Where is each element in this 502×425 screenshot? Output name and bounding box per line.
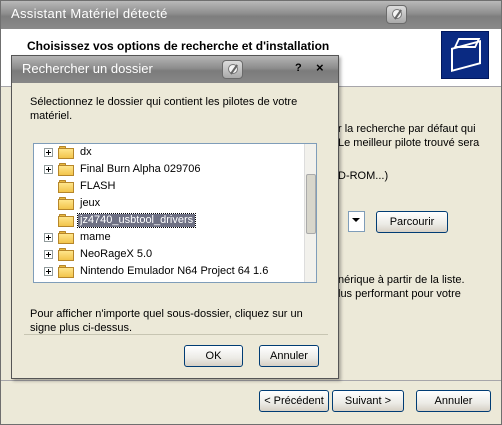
- wizard-option-text-4: nérique à partir de la liste.: [338, 274, 465, 286]
- close-button[interactable]: ×: [316, 60, 324, 75]
- folder-icon: [58, 180, 74, 193]
- disabled-icon: [228, 64, 238, 74]
- folder-item[interactable]: FLASH: [34, 178, 304, 195]
- folder-item[interactable]: dx: [34, 144, 304, 161]
- wizard-option-text-3: D-ROM...): [338, 170, 389, 182]
- folder-icon: [58, 163, 74, 176]
- hardware-icon: [441, 31, 489, 79]
- footer-separator: [1, 380, 501, 381]
- folder-label: jeux: [80, 197, 101, 209]
- folder-label: Nintendo Emulador N64 Project 64 1.6: [80, 265, 269, 277]
- folder-tree[interactable]: dx Final Burn Alpha 029706 FLASH jeux jz…: [33, 143, 317, 283]
- folder-icon: [58, 265, 74, 278]
- tree-scrollbar[interactable]: [304, 144, 316, 282]
- location-dropdown-button[interactable]: [348, 211, 365, 232]
- folder-item[interactable]: Final Burn Alpha 029706: [34, 161, 304, 178]
- wizard-option-text-2: Le meilleur pilote trouvé sera: [338, 137, 480, 149]
- folder-label: Final Burn Alpha 029706: [80, 163, 201, 175]
- wizard-cancel-button[interactable]: Annuler: [416, 390, 491, 412]
- folder-item[interactable]: Nintendo Emulador N64 Project 64 1.6: [34, 263, 304, 280]
- ok-button[interactable]: OK: [184, 345, 243, 367]
- expand-icon[interactable]: [44, 233, 53, 242]
- dialog-hint: Pour afficher n'importe quel sous-dossie…: [30, 308, 303, 334]
- folder-icon: [58, 231, 74, 244]
- wizard-title: Assistant Matériel détecté: [11, 6, 168, 21]
- folder-icon: [58, 248, 74, 261]
- folder-label: FLASH: [80, 180, 116, 192]
- dialog-title: Rechercher un dossier: [22, 61, 153, 76]
- browse-button[interactable]: Parcourir: [376, 211, 448, 233]
- expand-icon[interactable]: [44, 250, 53, 259]
- folder-label: NeoRageX 5.0: [80, 248, 153, 260]
- scrollbar-thumb[interactable]: [306, 174, 316, 234]
- help-button[interactable]: ?: [295, 62, 302, 74]
- disabled-icon: [392, 9, 402, 19]
- expand-icon[interactable]: [44, 267, 53, 276]
- expand-icon[interactable]: [44, 148, 53, 157]
- wizard-header-title: Choisissez vos options de recherche et d…: [27, 39, 330, 53]
- folder-icon: [58, 146, 74, 159]
- folder-item[interactable]: NeoRageX 5.0: [34, 246, 304, 263]
- folder-label: dx: [80, 146, 92, 158]
- chevron-down-icon: [352, 218, 360, 222]
- wizard-option-text-5: lus performant pour votre: [338, 288, 461, 300]
- folder-label: mame: [80, 231, 111, 243]
- folder-item[interactable]: mame: [34, 229, 304, 246]
- folder-icon: [58, 214, 74, 227]
- next-button[interactable]: Suivant >: [332, 390, 404, 412]
- expand-icon[interactable]: [44, 165, 53, 174]
- dialog-separator: [24, 334, 328, 335]
- browse-folder-dialog: Rechercher un dossier ? × Sélectionnez l…: [11, 55, 339, 379]
- dialog-cancel-button[interactable]: Annuler: [259, 345, 319, 367]
- dialog-titlebar-button[interactable]: [222, 60, 243, 79]
- back-button[interactable]: < Précédent: [259, 390, 329, 412]
- folder-item-selected[interactable]: jz4740_usbtool_drivers: [34, 212, 304, 229]
- dialog-description: Sélectionnez le dossier qui contient les…: [30, 96, 298, 122]
- wizard-titlebar: Assistant Matériel détecté: [1, 1, 501, 29]
- dialog-titlebar: Rechercher un dossier ? ×: [12, 56, 338, 83]
- wizard-option-text-1: r la recherche par défaut qui: [338, 123, 476, 135]
- folder-label: jz4740_usbtool_drivers: [76, 213, 197, 228]
- folder-item[interactable]: jeux: [34, 195, 304, 212]
- folder-icon: [58, 197, 74, 210]
- wizard-titlebar-button[interactable]: [386, 5, 407, 24]
